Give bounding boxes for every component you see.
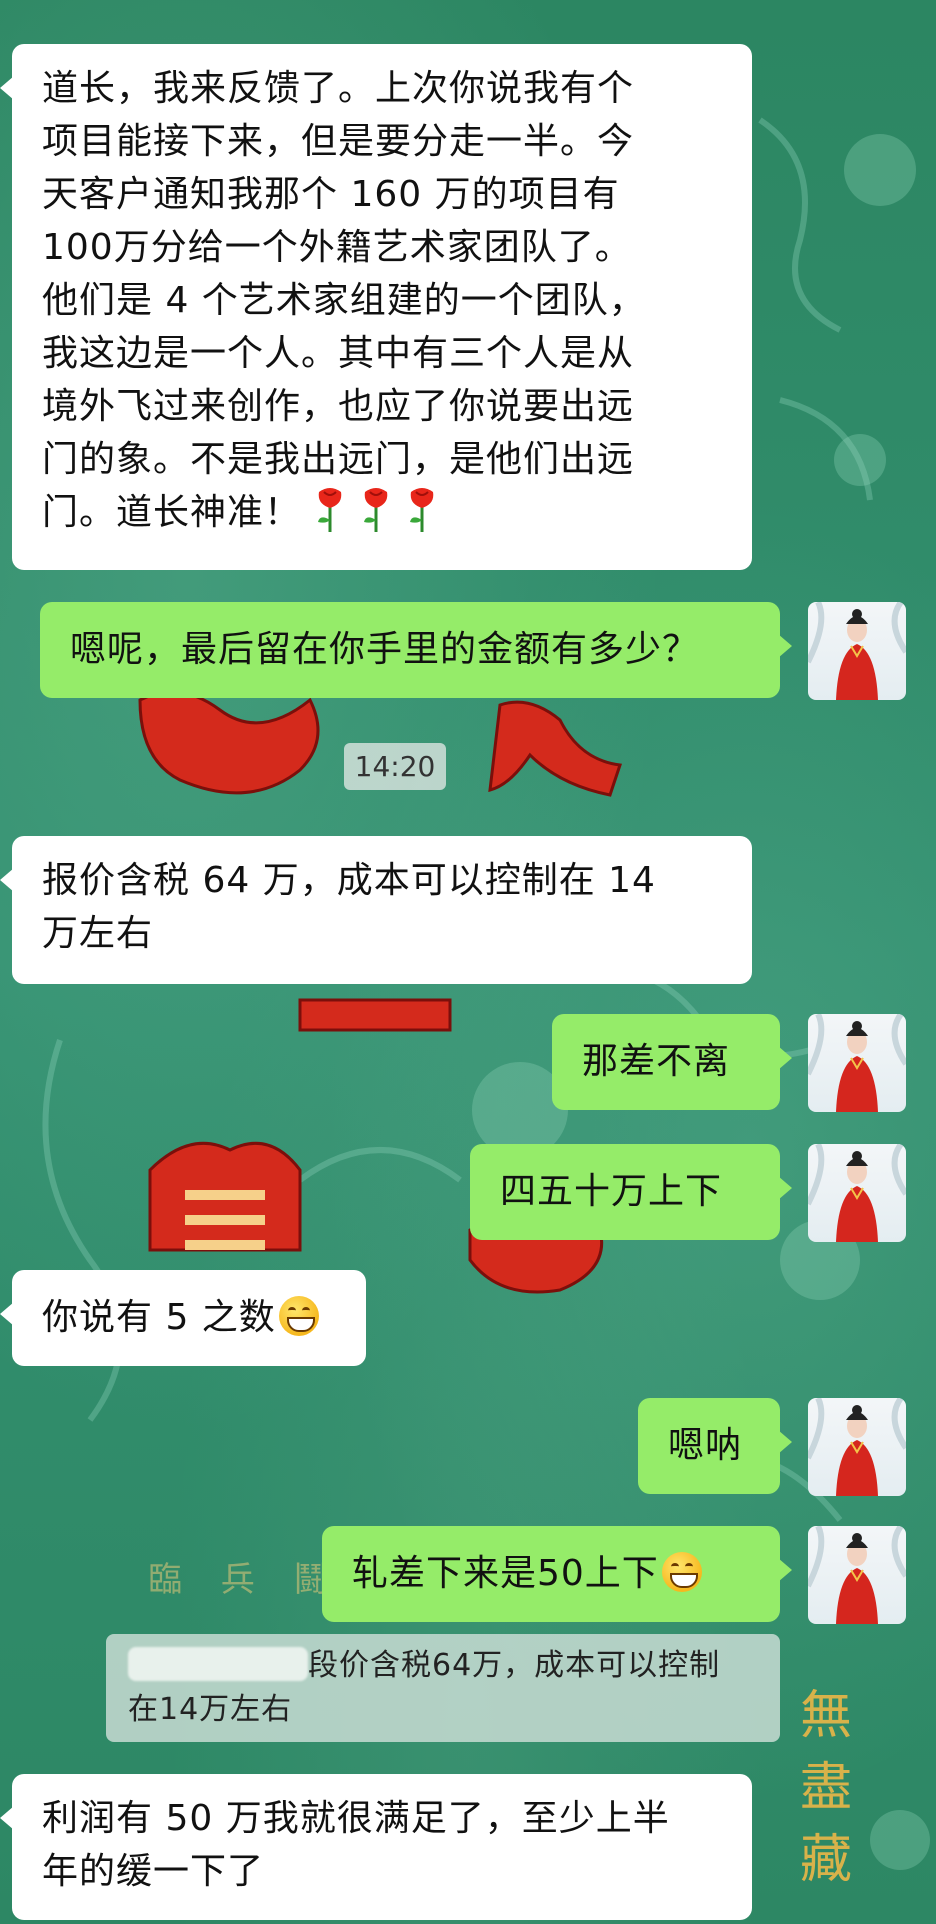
avatar-portrait-icon [808, 602, 906, 700]
avatar[interactable] [808, 1398, 906, 1496]
message-bubble-outgoing[interactable]: 嗯呢，最后留在你手里的金额有多少？ [40, 602, 792, 698]
avatar[interactable] [808, 1014, 906, 1112]
message-line: 境外飞过来创作，也应了你说要出远 [42, 386, 635, 427]
avatar-portrait-icon [808, 1398, 906, 1496]
rose-emoji-icon [318, 488, 342, 532]
message-text: 那差不离 [582, 1041, 731, 1082]
message-line: 他们是 4 个艺术家组建的一个团队， [42, 280, 646, 321]
message-line: 利润有 50 万我就很满足了，至少上半 [42, 1798, 670, 1839]
message-bubble-outgoing[interactable]: 轧差下来是50上下 [322, 1526, 792, 1622]
message-line: 项目能接下来，但是要分走一半。今 [42, 121, 635, 162]
background-seal-left: 臨 兵 鬪 [148, 1560, 342, 1600]
message-line: 天客户通知我那个 160 万的项目有 [42, 174, 620, 215]
rose-emoji-icon [364, 488, 388, 532]
background-seal-right: 無 盡 藏 [800, 1680, 860, 1896]
message-text: 门。道长神准！ [42, 492, 302, 533]
avatar[interactable] [808, 1144, 906, 1242]
message-bubble-incoming[interactable]: 道长，我来反馈了。上次你说我有个 项目能接下来，但是要分走一半。今 天客户通知我… [0, 44, 752, 570]
message-line: 100万分给一个外籍艺术家团队了。 [42, 227, 632, 268]
message-text: 轧差下来是50上下 [352, 1553, 659, 1594]
seal-char-1: 無 [800, 1686, 853, 1746]
avatar-portrait-icon [808, 1526, 906, 1624]
message-bubble-outgoing[interactable]: 四五十万上下 [470, 1144, 792, 1240]
message-text: 你说有 5 之数 [42, 1297, 276, 1338]
message-text: 嗯呢，最后留在你手里的金额有多少？ [70, 629, 700, 670]
seal-char-3: 藏 [800, 1830, 853, 1890]
message-line: 我这边是一个人。其中有三个人是从 [42, 333, 635, 374]
message-line-last: 门。道长神准！ [42, 486, 724, 539]
message-line: 道长，我来反馈了。上次你说我有个 [42, 68, 635, 109]
message-line: 报价含税 64 万，成本可以控制在 14 [42, 860, 656, 901]
quote-line: 段价含税64万，成本可以控制 [128, 1644, 758, 1688]
grin-emoji-icon [278, 1296, 319, 1336]
quoted-message[interactable]: 段价含税64万，成本可以控制 在14万左右 [106, 1634, 780, 1742]
message-bubble-incoming[interactable]: 报价含税 64 万，成本可以控制在 14 万左右 [0, 836, 752, 984]
message-line: 万左右 [42, 913, 154, 954]
message-text: 四五十万上下 [500, 1171, 723, 1212]
rose-emoji-icon [410, 488, 434, 532]
avatar-portrait-icon [808, 1014, 906, 1112]
message-bubble-incoming[interactable]: 利润有 50 万我就很满足了，至少上半 年的缓一下了 [0, 1774, 752, 1920]
timestamp: 14:20 [344, 743, 446, 790]
seal-char-2: 盡 [800, 1758, 853, 1818]
avatar[interactable] [808, 1526, 906, 1624]
grin-emoji-icon [661, 1552, 702, 1592]
message-bubble-outgoing[interactable]: 那差不离 [552, 1014, 792, 1110]
message-text: 嗯呐 [668, 1425, 743, 1466]
message-line: 门的象。不是我出远门，是他们出远 [42, 439, 635, 480]
avatar-portrait-icon [808, 1144, 906, 1242]
avatar[interactable] [808, 602, 906, 700]
message-line: 年的缓一下了 [42, 1851, 265, 1892]
message-bubble-incoming[interactable]: 你说有 5 之数 [0, 1270, 366, 1366]
message-bubble-outgoing[interactable]: 嗯呐 [638, 1398, 792, 1494]
quote-line: 在14万左右 [128, 1692, 293, 1727]
quote-text: 段价含税64万，成本可以控制 [308, 1648, 721, 1683]
redacted-name [128, 1647, 308, 1681]
